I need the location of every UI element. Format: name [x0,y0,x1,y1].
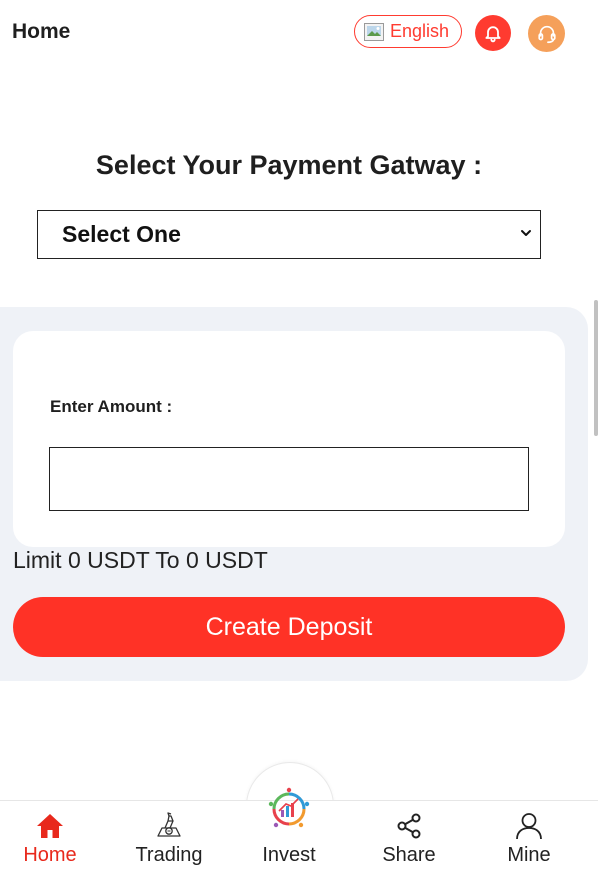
create-deposit-button[interactable]: Create Deposit [13,597,565,657]
notifications-button[interactable] [475,15,511,51]
home-icon [37,814,63,838]
bell-icon [485,26,501,43]
nav-label-trading: Trading [135,844,203,866]
trading-icon [157,812,181,837]
app-header: Home English [0,0,598,66]
share-icon [397,813,421,839]
payment-gateway-select[interactable]: Select One [37,210,541,259]
amount-label: Enter Amount : [50,397,173,416]
amount-card [13,331,565,547]
nav-item-home[interactable]: Home [0,806,100,868]
support-button[interactable] [528,15,565,52]
gateway-heading: Select Your Payment Gatway : [95,150,483,180]
amount-input[interactable] [49,447,529,511]
chevron-down-icon [521,230,531,236]
user-icon [516,813,542,840]
headset-icon [537,25,556,43]
invest-icon [268,787,310,828]
language-label: English [390,21,450,41]
nav-label-home: Home [23,844,77,866]
nav-label-mine: Mine [507,844,551,866]
nav-item-mine[interactable]: Mine [479,806,579,868]
broken-image-icon [364,22,384,41]
language-selector[interactable]: English [354,15,462,48]
limit-text: Limit 0 USDT To 0 USDT [13,547,268,573]
nav-item-trading[interactable]: Trading [119,806,219,868]
gateway-select-value: Select One [62,221,181,247]
nav-item-share[interactable]: Share [359,806,459,868]
nav-label-invest: Invest [262,844,316,866]
scrollbar[interactable] [594,300,598,436]
page-title: Home [12,20,71,43]
nav-item-invest[interactable]: Invest [239,787,339,868]
nav-label-share: Share [382,844,436,866]
